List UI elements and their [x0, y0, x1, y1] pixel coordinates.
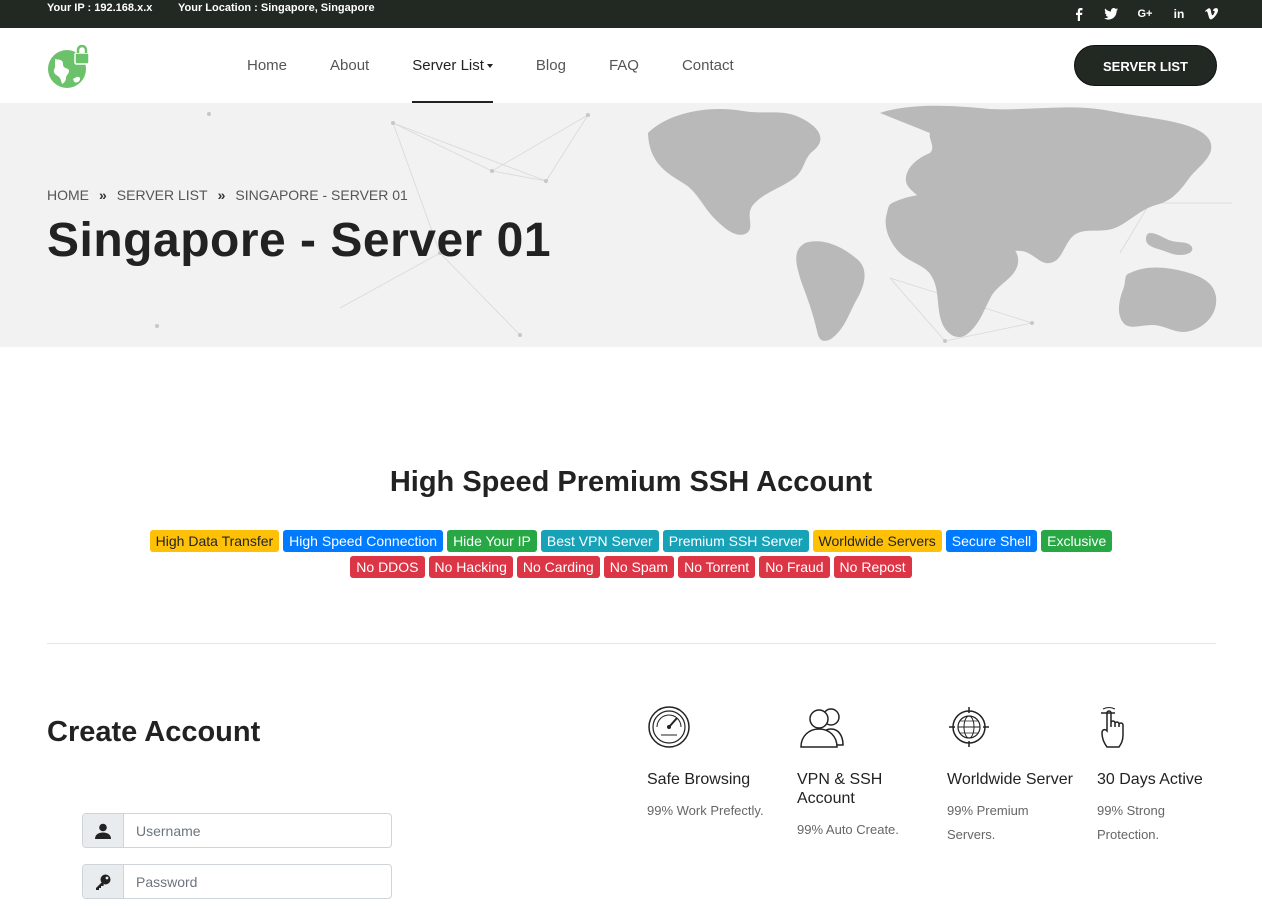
- social-links: G+ in: [1072, 0, 1218, 28]
- username-input[interactable]: [124, 814, 391, 847]
- section-title: High Speed Premium SSH Account: [389, 466, 873, 498]
- feature-desc: 99% Strong Protection.: [1097, 803, 1165, 842]
- tag-badge: Exclusive: [1041, 530, 1113, 552]
- header: Home About Server List Blog FAQ Contact …: [0, 28, 1262, 103]
- speedometer-icon: [648, 706, 690, 748]
- key-icon: [83, 865, 124, 898]
- create-account-title: Create Account: [47, 716, 261, 748]
- tag-badge: Hide Your IP: [447, 530, 537, 552]
- tag-badge: No Spam: [603, 556, 675, 578]
- logo[interactable]: [47, 44, 91, 89]
- tag-badge: No Repost: [833, 556, 912, 578]
- facebook-icon[interactable]: [1072, 7, 1086, 21]
- feature-desc: 99% Premium Servers.: [947, 803, 1029, 842]
- globe-lock-icon: [48, 44, 90, 88]
- tag-badge: Best VPN Server: [540, 530, 659, 552]
- hero-banner: HOME » SERVER LIST » SINGAPORE - SERVER …: [0, 103, 1262, 347]
- google-plus-icon[interactable]: G+: [1136, 7, 1154, 21]
- tag-badge: No Torrent: [678, 556, 756, 578]
- breadcrumb-home[interactable]: HOME: [47, 187, 89, 203]
- tag-badge: Worldwide Servers: [812, 530, 942, 552]
- feature-safe-browsing: Safe Browsing 99% Work Prefectly.: [647, 705, 777, 823]
- feature-title: VPN & SSH Account: [797, 771, 883, 807]
- breadcrumb: HOME » SERVER LIST » SINGAPORE - SERVER …: [47, 187, 408, 203]
- tag-badge: No DDOS: [350, 556, 425, 578]
- nav-home[interactable]: Home: [247, 28, 287, 103]
- feature-title: Safe Browsing: [647, 771, 751, 788]
- nav-contact[interactable]: Contact: [682, 28, 734, 103]
- breadcrumb-separator: »: [99, 187, 107, 203]
- server-list-button[interactable]: SERVER LIST: [1074, 45, 1217, 86]
- tag-badge: No Carding: [516, 556, 600, 578]
- feature-title: Worldwide Server: [947, 771, 1073, 788]
- tag-badge: Secure Shell: [945, 530, 1038, 552]
- tag-badge: High Data Transfer: [149, 530, 280, 552]
- twitter-icon[interactable]: [1104, 7, 1118, 21]
- badge-row-features: High Data Transfer High Speed Connection H…: [0, 530, 1262, 552]
- caret-down-icon: [486, 64, 493, 69]
- nav-server-list[interactable]: Server List: [412, 28, 493, 103]
- users-icon: [800, 708, 844, 748]
- location-text: Your Location : Singapore, Singapore: [178, 2, 375, 14]
- feature-desc: 99% Work Prefectly.: [647, 803, 764, 818]
- breadcrumb-server-list[interactable]: SERVER LIST: [117, 187, 208, 203]
- linkedin-icon[interactable]: in: [1172, 7, 1186, 21]
- tag-badge: No Hacking: [428, 556, 513, 578]
- username-input-group: [82, 813, 392, 848]
- nav-faq[interactable]: FAQ: [609, 28, 639, 103]
- feature-worldwide-server: Worldwide Server 99% Premium Servers.: [947, 705, 1077, 847]
- divider: [47, 643, 1216, 644]
- tag-badge: High Speed Connection: [283, 530, 444, 552]
- feature-vpn-ssh: VPN & SSH Account 99% Auto Create.: [797, 705, 927, 842]
- tag-badge: Premium SSH Server: [662, 530, 809, 552]
- nav-about[interactable]: About: [330, 28, 369, 103]
- vimeo-icon[interactable]: [1204, 7, 1218, 21]
- feature-30-days: 30 Days Active 99% Strong Protection.: [1097, 705, 1227, 847]
- breadcrumb-separator: »: [217, 187, 226, 203]
- page-title: Singapore - Server 01: [47, 214, 552, 267]
- top-bar: Your IP : 192.168.x.x Your Location : Si…: [0, 0, 1262, 28]
- globe-target-icon: [949, 707, 989, 747]
- password-input[interactable]: [124, 865, 391, 898]
- user-icon: [83, 814, 124, 847]
- ip-text: Your IP : 192.168.x.x: [47, 2, 153, 14]
- main-nav: Home About Server List Blog FAQ Contact: [247, 28, 777, 103]
- hand-pointer-icon: [1101, 707, 1124, 748]
- breadcrumb-current: SINGAPORE - SERVER 01: [235, 187, 408, 203]
- badge-row-rules: No DDOS No Hacking No Carding No Spam No Tor…: [0, 556, 1262, 578]
- feature-title: 30 Days Active: [1097, 771, 1203, 788]
- nav-blog[interactable]: Blog: [536, 28, 566, 103]
- tag-badge: No Fraud: [759, 556, 830, 578]
- password-input-group: [82, 864, 392, 899]
- feature-desc: 99% Auto Create.: [797, 822, 899, 837]
